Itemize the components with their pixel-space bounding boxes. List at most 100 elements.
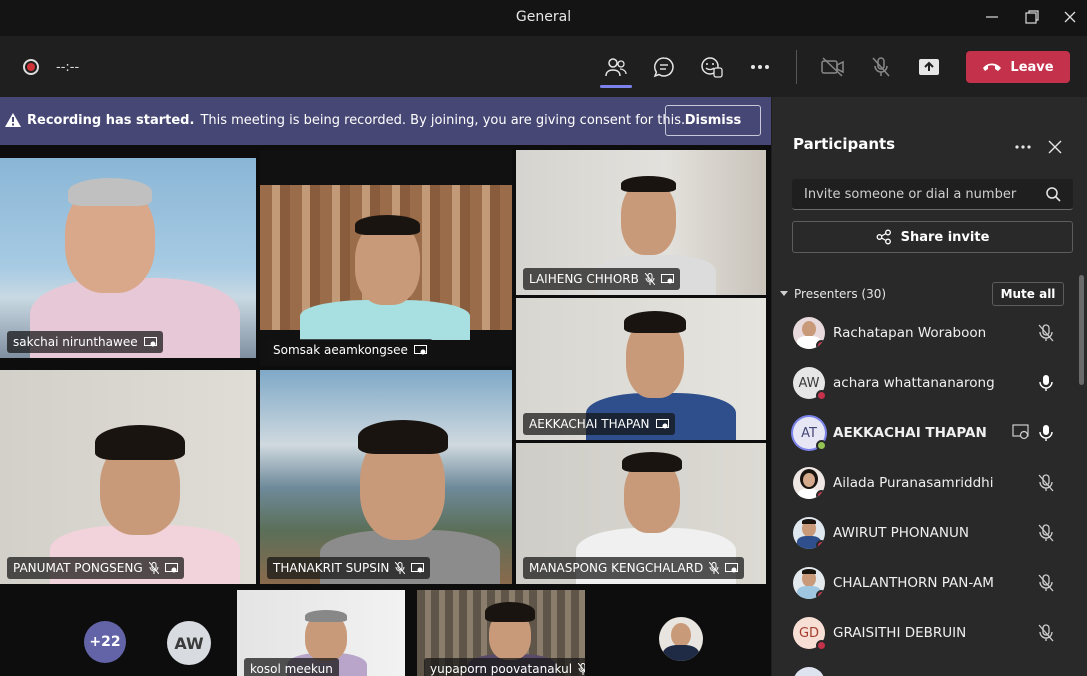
camera-off-icon [821, 57, 844, 77]
chat-button[interactable] [649, 53, 679, 81]
screen-share-icon [725, 562, 739, 574]
screen-share-icon [655, 418, 669, 430]
mic-off-icon[interactable] [1038, 474, 1054, 492]
camera-toggle-button[interactable] [818, 53, 848, 81]
mic-off-icon [872, 57, 890, 77]
status-busy-icon [816, 390, 827, 401]
participant-row[interactable]: Ailada Puranasamriddhi [772, 459, 1072, 509]
reactions-button[interactable] [697, 53, 727, 81]
participant-name: Somsak aeamkongsee [273, 343, 408, 357]
mic-off-icon [709, 562, 720, 574]
participant-row[interactable]: Rachatapan Woraboon [772, 309, 1072, 359]
participant-row[interactable]: GD GRAISITHI DEBRUIN [772, 609, 1072, 659]
participant-name-label: LAIHENG CHHORB [523, 268, 680, 290]
participant-name: THANAKRIT SUPSIN [273, 561, 390, 575]
share-icon [876, 229, 891, 245]
participant-row[interactable]: CHALANTHORN PAN-AM [772, 559, 1072, 609]
participant-name: achara whattananarong [833, 375, 995, 391]
share-invite-label: Share invite [900, 229, 990, 245]
more-icon [1015, 145, 1031, 149]
small-video-tile[interactable]: yupaporn poovatanakul [417, 590, 585, 676]
close-window-button[interactable] [1058, 6, 1082, 28]
share-tray-icon [919, 59, 939, 75]
invite-search-input[interactable] [792, 179, 1032, 209]
search-icon[interactable] [1046, 187, 1061, 202]
section-label: Presenters (30) [794, 287, 887, 301]
participant-name: PANUMAT PONGSENG [13, 561, 143, 575]
restore-icon [1025, 10, 1039, 24]
avatar-initials: AW [798, 375, 820, 391]
overflow-row: +22 AW kosol meekun yupaporn poovatanaku… [0, 588, 771, 676]
banner-title: Recording has started. [27, 113, 195, 128]
avatar [793, 317, 825, 349]
video-tile[interactable]: LAIHENG CHHORB [516, 150, 766, 295]
avatar-initials: GD [798, 625, 820, 641]
participants-button[interactable] [600, 53, 632, 88]
participant-name-label: Somsak aeamkongsee [267, 339, 433, 361]
screen-share-icon [660, 273, 674, 285]
participant-row[interactable]: AWIRUT PHONANUN [772, 509, 1072, 559]
more-actions-button[interactable] [745, 53, 775, 81]
mic-off-icon [148, 562, 159, 574]
video-tile[interactable]: sakchai nirunthawee [0, 158, 256, 358]
small-video-tile[interactable]: kosol meekun [237, 590, 405, 676]
close-panel-button[interactable] [1044, 136, 1066, 158]
video-tile[interactable]: THANAKRIT SUPSIN [260, 370, 512, 584]
video-tile[interactable]: PANUMAT PONGSENG [0, 370, 256, 584]
avatar [793, 467, 825, 499]
participant-name: kosol meekun [250, 662, 333, 676]
mic-icon[interactable] [1038, 424, 1054, 442]
warning-icon [5, 113, 21, 127]
mic-off-icon[interactable] [1038, 574, 1054, 592]
chevron-down-icon [780, 291, 788, 296]
avatar: GD [793, 617, 827, 651]
hang-up-icon [983, 63, 1002, 71]
participant-name-label: sakchai nirunthawee [7, 331, 163, 353]
share-screen-button[interactable] [914, 53, 944, 81]
avatar[interactable] [659, 617, 703, 661]
panel-more-button[interactable] [1012, 137, 1034, 157]
more-icon [751, 65, 769, 69]
status-available-icon [816, 440, 827, 451]
mic-off-icon [395, 562, 406, 574]
participant-name: Rachatapan Woraboon [833, 325, 987, 341]
more-participants-button[interactable]: +22 [84, 621, 126, 663]
mic-icon[interactable] [1038, 374, 1054, 392]
participant-name: LAIHENG CHHORB [529, 272, 639, 286]
status-busy-icon [816, 640, 827, 651]
avatar [793, 517, 825, 549]
screen-share-icon [164, 562, 178, 574]
mic-off-icon[interactable] [1038, 524, 1054, 542]
screen-share-icon [143, 336, 157, 348]
mic-off-icon[interactable] [1038, 324, 1054, 342]
mic-toggle-button[interactable] [866, 53, 896, 81]
video-tile[interactable]: AEKKACHAI THAPAN [516, 298, 766, 440]
participant-row[interactable]: AW achara whattananarong [772, 359, 1072, 409]
mic-off-icon[interactable] [1038, 624, 1054, 642]
avatar-initials: AT [801, 425, 817, 441]
avatar [793, 667, 825, 676]
status-busy-icon [816, 590, 825, 599]
banner-text: Recording has started. This meeting is be… [27, 113, 693, 128]
participant-name-label: PANUMAT PONGSENG [7, 557, 184, 579]
presenters-section-toggle[interactable]: Presenters (30) [780, 287, 886, 301]
participants-panel: Participants Share invite Presenters (30… [772, 97, 1087, 676]
video-tile[interactable]: Somsak aeamkongsee [260, 150, 512, 366]
participant-row[interactable]: AT AEKKACHAI THAPAN [772, 409, 1072, 459]
avatar: AW [793, 367, 827, 401]
video-tile[interactable]: MANASPONG KENGCHALARD [516, 443, 766, 584]
participant-name-label: THANAKRIT SUPSIN [267, 557, 431, 579]
scrollbar[interactable] [1079, 275, 1084, 385]
people-icon [605, 58, 627, 77]
raise-hand-icon [701, 57, 723, 78]
participant-row[interactable] [772, 659, 1072, 676]
leave-button[interactable]: Leave [966, 51, 1070, 83]
mute-all-button[interactable]: Mute all [992, 282, 1064, 306]
share-invite-button[interactable]: Share invite [792, 221, 1073, 253]
screen-share-icon [411, 562, 425, 574]
minimize-button[interactable] [980, 6, 1004, 28]
avatar[interactable]: AW [167, 621, 211, 665]
restore-button[interactable] [1020, 6, 1044, 28]
status-busy-icon [816, 540, 825, 549]
dismiss-button[interactable]: Dismiss [665, 105, 761, 136]
